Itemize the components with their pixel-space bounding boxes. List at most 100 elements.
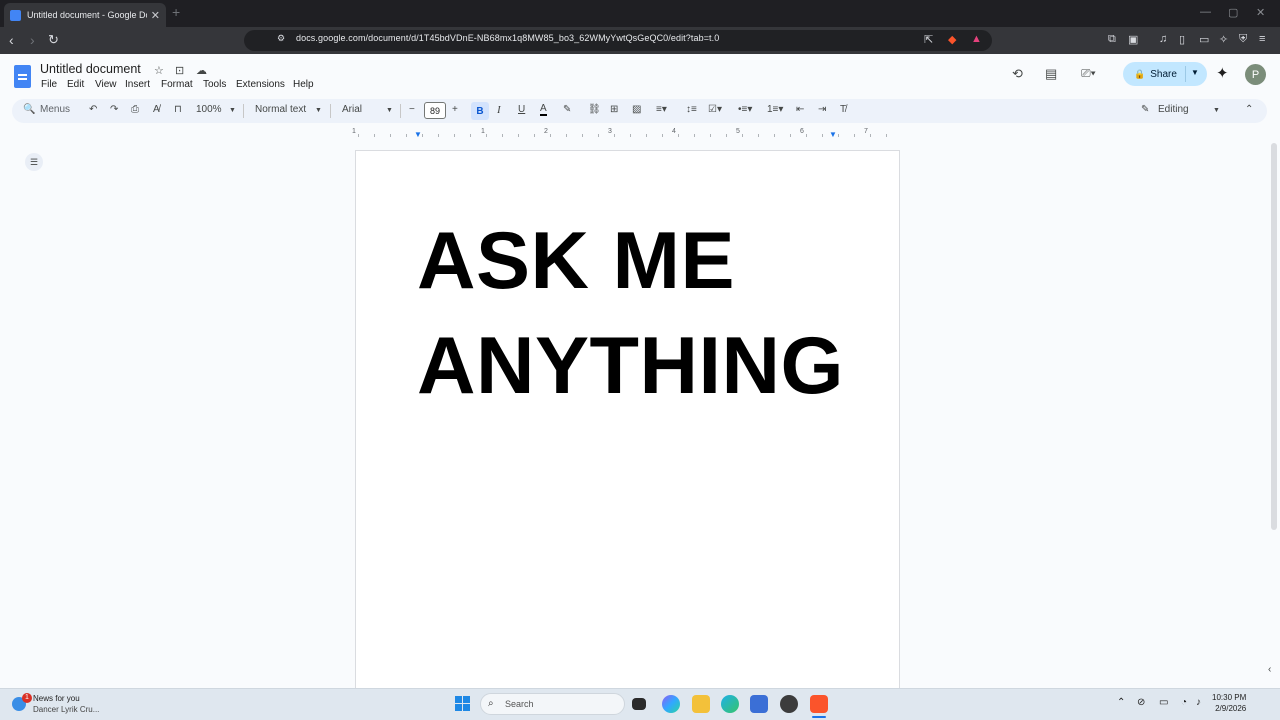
share-button[interactable]: 🔒 Share ▼ bbox=[1123, 62, 1207, 86]
maximize-button[interactable]: ▢ bbox=[1228, 6, 1238, 19]
extensions-icon[interactable]: ⧉ bbox=[1108, 33, 1116, 46]
menu-icon[interactable]: ≡ bbox=[1259, 33, 1265, 45]
font-size-input[interactable]: 89 bbox=[424, 102, 446, 119]
menu-insert[interactable]: Insert bbox=[125, 79, 150, 90]
network-off-icon[interactable]: ⊘ bbox=[1137, 697, 1145, 708]
undo-icon[interactable]: ↶ bbox=[89, 104, 97, 115]
menu-extensions[interactable]: Extensions bbox=[236, 79, 285, 90]
wifi-icon[interactable]: ◔ bbox=[1181, 697, 1187, 708]
link-icon[interactable]: ⛓ bbox=[588, 104, 601, 115]
gemini-icon[interactable]: ✦ bbox=[1216, 64, 1229, 82]
font-select[interactable]: Arial bbox=[342, 104, 362, 115]
share-dropdown-icon[interactable]: ▼ bbox=[1191, 68, 1199, 77]
highlight-icon[interactable]: ✎ bbox=[563, 104, 571, 115]
document-line[interactable]: ASK ME bbox=[417, 221, 735, 302]
line-spacing-icon[interactable]: ↕≡ bbox=[686, 104, 697, 115]
volume-icon[interactable]: ♪ bbox=[1196, 697, 1201, 708]
site-info-icon[interactable]: ⚙ bbox=[277, 33, 285, 44]
system-tray-chevron-icon[interactable]: ⌃ bbox=[1117, 697, 1125, 708]
display-icon[interactable]: ▭ bbox=[1159, 697, 1168, 708]
vpn-icon[interactable]: ⛨ bbox=[1239, 33, 1247, 46]
search-menus-icon[interactable]: 🔍 bbox=[23, 104, 35, 115]
add-comment-icon[interactable]: ⊞ bbox=[610, 104, 618, 115]
insert-image-icon[interactable]: ▨ bbox=[632, 104, 641, 115]
mode-dropdown-icon[interactable]: ▼ bbox=[1213, 107, 1220, 114]
zoom-select[interactable]: 100% bbox=[196, 104, 222, 115]
brave-shields-icon[interactable]: ◆ bbox=[948, 33, 956, 46]
explore-icon[interactable]: ‹ bbox=[1268, 664, 1271, 675]
style-select[interactable]: Normal text bbox=[255, 104, 306, 115]
menu-help[interactable]: Help bbox=[293, 79, 314, 90]
checklist-icon[interactable]: ☑▾ bbox=[708, 104, 722, 115]
sidebar-icon[interactable]: ▯ bbox=[1179, 33, 1185, 46]
zoom-dropdown-icon[interactable]: ▼ bbox=[229, 107, 236, 114]
menu-view[interactable]: View bbox=[95, 79, 117, 90]
new-tab-button[interactable]: + bbox=[172, 4, 180, 20]
meet-icon[interactable]: ⎚▾ bbox=[1081, 66, 1096, 81]
taskbar-clock[interactable]: 10:30 PM 2/9/2026 bbox=[1212, 692, 1246, 714]
menu-edit[interactable]: Edit bbox=[67, 79, 84, 90]
brave-rewards-icon[interactable]: ▲ bbox=[971, 33, 982, 45]
media-icon[interactable]: ♫ bbox=[1159, 33, 1167, 45]
decrease-font-icon[interactable]: − bbox=[409, 104, 415, 115]
store-icon[interactable] bbox=[750, 695, 768, 713]
edge-icon[interactable] bbox=[721, 695, 739, 713]
leo-ai-icon[interactable]: ✧ bbox=[1219, 33, 1228, 46]
taskbar-search[interactable]: ⌕ Search bbox=[480, 693, 625, 715]
redo-icon[interactable]: ↷ bbox=[110, 104, 118, 115]
avatar[interactable]: P bbox=[1245, 64, 1266, 85]
news-widget[interactable]: 1 News for you Dancer Lyrik Cru... bbox=[10, 692, 110, 716]
forward-icon[interactable]: › bbox=[30, 32, 35, 48]
bold-button[interactable]: B bbox=[471, 102, 489, 120]
right-indent-marker-icon[interactable]: ▼ bbox=[829, 130, 837, 139]
underline-button[interactable]: U bbox=[518, 104, 525, 115]
ruler-tick bbox=[390, 134, 391, 137]
tab-close-icon[interactable]: ✕ bbox=[151, 9, 160, 22]
align-icon[interactable]: ≡▾ bbox=[656, 104, 667, 115]
menu-format[interactable]: Format bbox=[161, 79, 193, 90]
numbered-list-icon[interactable]: 1≡▾ bbox=[767, 104, 783, 115]
minimize-button[interactable]: — bbox=[1200, 6, 1211, 18]
spellcheck-icon[interactable]: A̸ bbox=[153, 104, 160, 115]
increase-indent-icon[interactable]: ⇥ bbox=[818, 104, 826, 115]
style-dropdown-icon[interactable]: ▼ bbox=[315, 107, 322, 114]
app-icon[interactable] bbox=[780, 695, 798, 713]
search-menus-input[interactable]: Menus bbox=[40, 104, 70, 115]
file-explorer-icon[interactable] bbox=[692, 695, 710, 713]
copilot-icon[interactable] bbox=[662, 695, 680, 713]
close-window-button[interactable]: ✕ bbox=[1256, 6, 1265, 19]
font-dropdown-icon[interactable]: ▼ bbox=[386, 107, 393, 114]
document-outline-icon[interactable]: ☰ bbox=[25, 153, 43, 171]
collapse-toolbar-icon[interactable]: ⌃ bbox=[1245, 104, 1253, 115]
share-page-icon[interactable]: ⇱ bbox=[924, 33, 933, 46]
screenshot-icon[interactable]: ▣ bbox=[1128, 33, 1138, 46]
wallet-icon[interactable]: ▭ bbox=[1199, 33, 1209, 46]
left-indent-marker-icon[interactable]: ▼ bbox=[414, 130, 422, 139]
task-view-icon[interactable] bbox=[632, 698, 646, 710]
browser-tab[interactable]: Untitled document - Google Do ✕ bbox=[4, 3, 166, 27]
menu-tools[interactable]: Tools bbox=[203, 79, 226, 90]
decrease-indent-icon[interactable]: ⇤ bbox=[796, 104, 804, 115]
windows-start-icon[interactable] bbox=[455, 696, 470, 711]
text-color-button[interactable]: A bbox=[540, 104, 547, 116]
print-icon[interactable]: ⎙ bbox=[131, 104, 139, 115]
italic-button[interactable]: I bbox=[497, 104, 501, 116]
editing-mode-select[interactable]: Editing bbox=[1158, 104, 1189, 115]
increase-font-icon[interactable]: + bbox=[452, 104, 458, 115]
back-icon[interactable]: ‹ bbox=[9, 32, 14, 48]
version-history-icon[interactable]: ⟲ bbox=[1012, 66, 1023, 82]
reload-icon[interactable]: ↻ bbox=[48, 32, 59, 48]
star-icon[interactable]: ☆ bbox=[154, 64, 164, 77]
bulleted-list-icon[interactable]: •≡▾ bbox=[738, 104, 752, 115]
scrollbar[interactable] bbox=[1271, 143, 1277, 530]
paint-format-icon[interactable]: ⊓ bbox=[174, 104, 182, 115]
document-title[interactable]: Untitled document bbox=[40, 62, 141, 76]
brave-browser-icon[interactable] bbox=[810, 695, 828, 713]
comments-icon[interactable]: ▤ bbox=[1045, 66, 1057, 82]
move-folder-icon[interactable]: ⊡ bbox=[175, 64, 184, 77]
menu-file[interactable]: File bbox=[41, 79, 57, 90]
news-title: News for you bbox=[33, 694, 80, 703]
clear-formatting-icon[interactable]: T̸ bbox=[840, 104, 846, 115]
docs-logo-icon[interactable] bbox=[14, 65, 31, 88]
document-line[interactable]: ANYTHING bbox=[417, 326, 844, 407]
